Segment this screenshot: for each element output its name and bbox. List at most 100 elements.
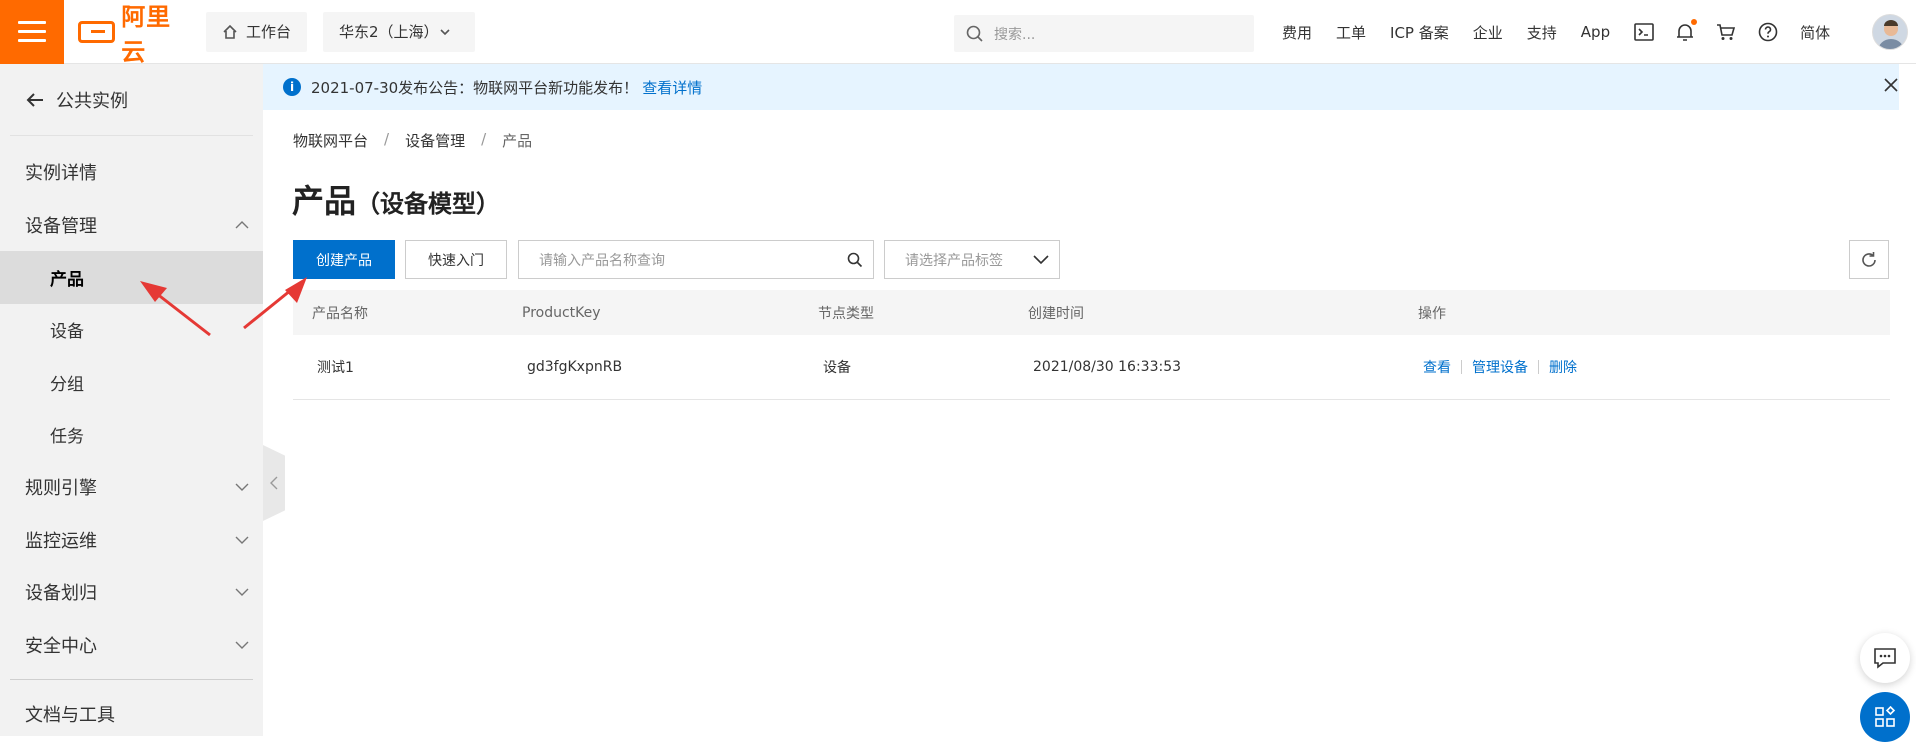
sidebar-item-tasks[interactable]: 任务 xyxy=(0,409,263,462)
logo[interactable]: 阿里云 xyxy=(78,0,190,67)
bell-icon[interactable] xyxy=(1676,19,1698,42)
sidebar-item-device-management[interactable]: 设备管理 xyxy=(0,199,263,252)
product-search-placeholder: 请输入产品名称查询 xyxy=(539,252,665,269)
workbench-label: 工作台 xyxy=(246,23,292,41)
search-icon xyxy=(966,25,983,42)
page-title-main: 产品 xyxy=(292,182,357,220)
cart-icon[interactable] xyxy=(1716,23,1736,41)
sidebar-item-label: 设备 xyxy=(50,322,84,343)
sidebar-item-security-center[interactable]: 安全中心 xyxy=(0,619,263,672)
sidebar-item-instance-detail[interactable]: 实例详情 xyxy=(0,146,263,199)
notification-dot xyxy=(1691,19,1698,25)
arrow-left-icon xyxy=(26,92,43,107)
notice-banner: i 2021-07-30发布公告：物联网平台新功能发布！ 查看详情 xyxy=(263,64,1899,110)
sidebar-collapse-handle[interactable] xyxy=(263,445,285,521)
chevron-up-icon xyxy=(235,220,249,229)
chat-button[interactable] xyxy=(1860,633,1910,683)
created-time: 2021/08/30 16:33:53 xyxy=(1033,359,1182,375)
nav-fees[interactable]: 费用 xyxy=(1282,22,1312,43)
back-to-instances[interactable]: 公共实例 xyxy=(10,64,253,136)
apps-icon xyxy=(1875,705,1896,727)
product-search-input[interactable]: 请输入产品名称查询 xyxy=(518,240,874,279)
breadcrumb-device-management[interactable]: 设备管理 xyxy=(405,130,465,151)
sidebar-item-products[interactable]: 产品 xyxy=(0,251,263,304)
nav-tickets[interactable]: 工单 xyxy=(1336,22,1366,43)
avatar[interactable] xyxy=(1872,14,1908,50)
product-key: gd3fgKxpnRB xyxy=(527,359,623,375)
page-title: 产品（设备模型） xyxy=(292,176,500,222)
terminal-icon[interactable] xyxy=(1634,23,1654,41)
logo-text: 阿里云 xyxy=(121,2,172,66)
op-separator xyxy=(1538,360,1539,374)
search-icon[interactable] xyxy=(847,252,863,268)
product-name: 测试1 xyxy=(317,360,354,376)
nav-enterprise[interactable]: 企业 xyxy=(1473,22,1503,43)
create-product-button[interactable]: 创建产品 xyxy=(293,240,395,279)
back-label: 公共实例 xyxy=(56,90,128,112)
home-icon xyxy=(223,24,237,39)
global-search-input[interactable]: 搜索... xyxy=(954,15,1254,52)
region-select[interactable]: 华东2（上海） xyxy=(323,11,476,52)
chevron-down-icon xyxy=(235,641,249,649)
manage-devices-link[interactable]: 管理设备 xyxy=(1472,357,1528,377)
col-node-type: 节点类型 xyxy=(818,305,874,322)
lang-switch[interactable]: 简体 xyxy=(1800,22,1830,43)
sidebar-item-groups[interactable]: 分组 xyxy=(0,356,263,409)
col-product-key: ProductKey xyxy=(522,304,601,321)
apps-button[interactable] xyxy=(1860,692,1910,742)
nav-icp[interactable]: ICP 备案 xyxy=(1390,22,1449,43)
col-product-name: 产品名称 xyxy=(312,305,368,322)
notice-text: 2021-07-30发布公告：物联网平台新功能发布！ xyxy=(311,78,639,97)
sidebar-item-label: 任务 xyxy=(50,427,84,448)
sidebar-item-label: 规则引擎 xyxy=(25,478,97,500)
chevron-down-icon xyxy=(235,483,249,492)
help-icon[interactable] xyxy=(1758,22,1778,42)
col-operations: 操作 xyxy=(1418,305,1446,322)
chat-icon xyxy=(1874,648,1896,669)
sidebar-item-label: 监控运维 xyxy=(25,530,97,552)
breadcrumb-separator: / xyxy=(481,130,487,148)
sidebar-item-devices[interactable]: 设备 xyxy=(0,304,263,357)
notice-link[interactable]: 查看详情 xyxy=(642,77,702,98)
breadcrumb: 物联网平台 / 设备管理 / 产品 xyxy=(293,130,532,151)
region-label: 华东2（上海） xyxy=(339,23,439,41)
col-created-time: 创建时间 xyxy=(1028,305,1084,322)
sidebar-item-rule-engine[interactable]: 规则引擎 xyxy=(0,461,263,514)
sidebar-item-label: 安全中心 xyxy=(25,635,97,657)
breadcrumb-current: 产品 xyxy=(502,132,533,150)
delete-link[interactable]: 删除 xyxy=(1549,357,1577,377)
view-link[interactable]: 查看 xyxy=(1423,357,1451,377)
quick-start-button[interactable]: 快速入门 xyxy=(405,240,507,279)
sidebar-item-device-assignment[interactable]: 设备划归 xyxy=(0,566,263,619)
info-icon: i xyxy=(283,78,301,96)
menu-icon[interactable] xyxy=(0,0,64,64)
table-row: 测试1 gd3fgKxpnRB 设备 2021/08/30 16:33:53 查… xyxy=(293,335,1890,400)
sidebar-item-label: 文档与工具 xyxy=(25,705,115,727)
refresh-icon xyxy=(1862,251,1876,267)
sidebar-item-label: 设备管理 xyxy=(25,215,97,237)
top-bar: 阿里云 工作台 华东2（上海） 搜索... 费用 工单 ICP 备案 企业 支持… xyxy=(0,0,1916,67)
sidebar-item-label: 设备划归 xyxy=(25,583,97,605)
node-type: 设备 xyxy=(823,360,851,376)
chevron-down-icon xyxy=(1033,254,1049,264)
logo-mark-icon xyxy=(78,20,116,43)
products-table: 产品名称 ProductKey 节点类型 创建时间 操作 测试1 gd3fgKx… xyxy=(293,290,1890,400)
page-title-sub: （设备模型） xyxy=(356,190,501,218)
refresh-button[interactable] xyxy=(1849,240,1889,279)
product-tag-select[interactable]: 请选择产品标签 xyxy=(884,240,1060,279)
breadcrumb-iot-platform[interactable]: 物联网平台 xyxy=(293,130,368,151)
top-nav: 费用 工单 ICP 备案 企业 支持 App 简体 xyxy=(1282,0,1854,64)
workbench-button[interactable]: 工作台 xyxy=(206,11,308,52)
global-search-placeholder: 搜索... xyxy=(994,26,1036,43)
table-header: 产品名称 ProductKey 节点类型 创建时间 操作 xyxy=(293,290,1890,335)
nav-support[interactable]: 支持 xyxy=(1527,22,1557,43)
nav-app[interactable]: App xyxy=(1581,23,1610,41)
close-icon[interactable] xyxy=(1884,78,1898,92)
row-operations: 查看 管理设备 删除 xyxy=(1399,357,1890,377)
user-avatar-icon xyxy=(1878,20,1904,49)
sidebar-item-monitoring[interactable]: 监控运维 xyxy=(0,514,263,567)
sidebar-item-label: 分组 xyxy=(50,374,84,395)
chevron-left-icon xyxy=(270,476,278,490)
sidebar-item-docs-tools[interactable]: 文档与工具 xyxy=(0,688,263,741)
sidebar: 公共实例 实例详情 设备管理 产品 设备 分组 任务 规则引擎 监控运维 设备划… xyxy=(0,64,263,736)
